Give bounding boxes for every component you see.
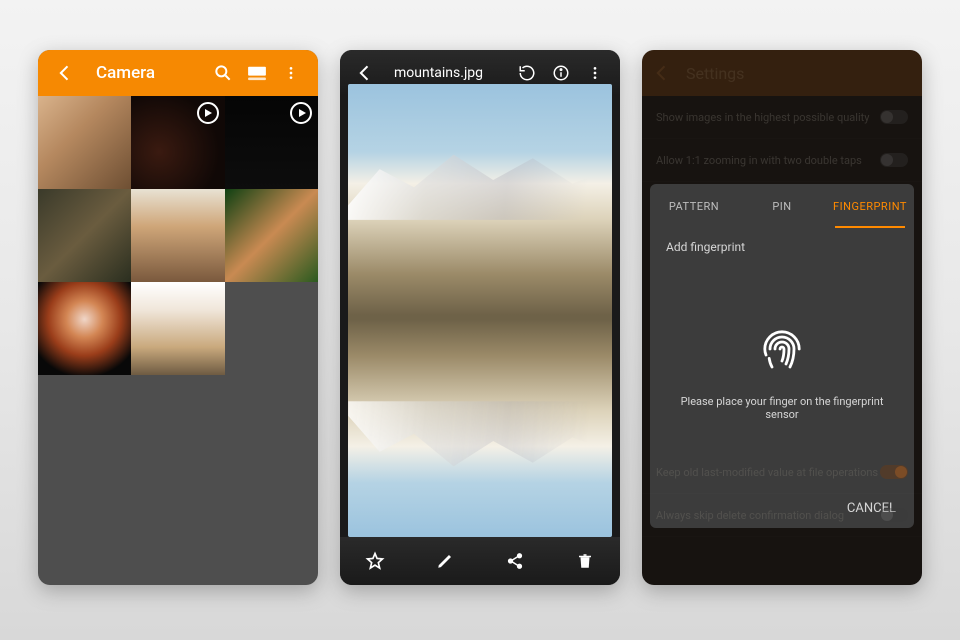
- setting-row[interactable]: Keep old last-modified value at file ope…: [642, 451, 922, 494]
- viewer-bottombar: [340, 537, 620, 585]
- back-icon[interactable]: [354, 63, 376, 83]
- back-icon[interactable]: [54, 63, 76, 83]
- setting-label: Keep old last-modified value at file ope…: [656, 466, 878, 479]
- info-icon[interactable]: [550, 64, 572, 82]
- thumbnail-photo[interactable]: [131, 282, 224, 375]
- view-mode-icon[interactable]: [246, 65, 268, 81]
- delete-icon[interactable]: [565, 551, 605, 571]
- thumbnail-photo[interactable]: [225, 189, 318, 282]
- toggle-off-icon[interactable]: [880, 508, 908, 522]
- back-icon[interactable]: [652, 63, 672, 83]
- fingerprint-instruction: Please place your finger on the fingerpr…: [650, 395, 914, 421]
- fingerprint-icon: [758, 327, 806, 375]
- settings-title: Settings: [686, 64, 744, 83]
- tab-label: FINGERPRINT: [833, 200, 907, 213]
- tab-label: PIN: [772, 200, 791, 213]
- gallery-screen: Camera: [38, 50, 318, 585]
- play-icon: [290, 102, 312, 124]
- setting-label: Show images in the highest possible qual…: [656, 111, 869, 124]
- rotate-icon[interactable]: [516, 64, 538, 82]
- setting-row[interactable]: Allow 1:1 zooming in with two double tap…: [642, 139, 922, 182]
- toggle-off-icon[interactable]: [880, 153, 908, 167]
- settings-topbar: Settings: [642, 50, 922, 96]
- gallery-topbar: Camera: [38, 50, 318, 96]
- viewer-image[interactable]: [348, 84, 612, 537]
- tab-pin[interactable]: PIN: [738, 184, 826, 228]
- thumbnail-photo[interactable]: [38, 189, 131, 282]
- thumbnail-video[interactable]: [225, 96, 318, 189]
- tab-pattern[interactable]: PATTERN: [650, 184, 738, 228]
- thumbnail-video[interactable]: [131, 96, 224, 189]
- security-tabs: PATTERN PIN FINGERPRINT: [650, 184, 914, 228]
- setting-label: Allow 1:1 zooming in with two double tap…: [656, 154, 862, 167]
- settings-screen: Settings Show images in the highest poss…: [642, 50, 922, 585]
- more-icon[interactable]: [584, 63, 606, 83]
- setting-row[interactable]: Always skip delete confirmation dialog: [642, 494, 922, 537]
- setting-label: Always skip delete confirmation dialog: [656, 509, 844, 522]
- toggle-off-icon[interactable]: [880, 110, 908, 124]
- favorite-icon[interactable]: [355, 551, 395, 571]
- edit-icon[interactable]: [425, 552, 465, 570]
- tab-fingerprint[interactable]: FINGERPRINT: [826, 184, 914, 228]
- add-fingerprint-label: Add fingerprint: [650, 228, 914, 258]
- thumbnail-grid: [38, 96, 318, 375]
- play-icon: [197, 102, 219, 124]
- more-icon[interactable]: [280, 63, 302, 83]
- setting-row[interactable]: Show images in the highest possible qual…: [642, 96, 922, 139]
- thumbnail-photo[interactable]: [38, 96, 131, 189]
- toggle-on-icon[interactable]: [880, 465, 908, 479]
- gallery-title: Camera: [96, 63, 206, 83]
- thumbnail-photo[interactable]: [131, 189, 224, 282]
- viewer-screen: mountains.jpg: [340, 50, 620, 585]
- thumbnail-photo[interactable]: [38, 282, 131, 375]
- search-icon[interactable]: [212, 63, 234, 83]
- share-icon[interactable]: [495, 552, 535, 570]
- tab-label: PATTERN: [669, 200, 719, 213]
- viewer-filename: mountains.jpg: [394, 65, 510, 81]
